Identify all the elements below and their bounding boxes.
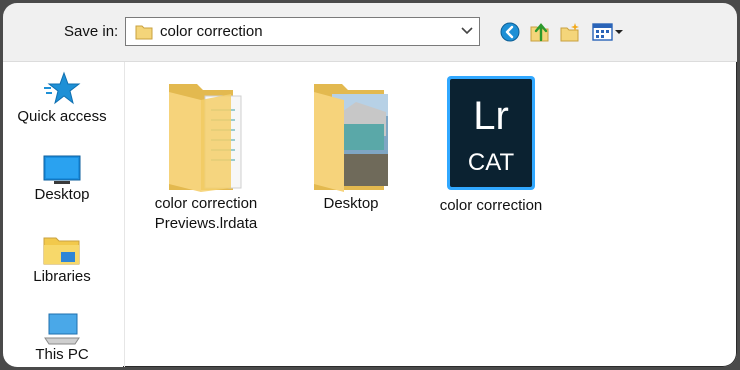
file-name: Desktop (323, 195, 379, 212)
desktop-icon (43, 155, 81, 184)
back-icon[interactable] (499, 21, 521, 43)
sidebar-item-quick-access[interactable]: Quick access (3, 70, 121, 125)
chevron-down-icon[interactable] (461, 26, 473, 36)
star-icon (44, 71, 81, 105)
folder-icon (169, 84, 242, 192)
list-item[interactable]: Desktop (296, 76, 406, 214)
sidebar-item-label: Quick access (17, 108, 107, 125)
list-item[interactable]: Lr CAT color correction (426, 74, 556, 216)
badge-bottom: CAT (468, 149, 515, 176)
file-name: color correction (439, 197, 543, 214)
sidebar-item-label: This PC (35, 346, 89, 363)
list-item[interactable]: color correction Previews.lrdata (141, 76, 271, 234)
sidebar-item-label: Libraries (33, 268, 91, 285)
divider (124, 62, 125, 367)
location-dropdown[interactable]: color correction (125, 17, 480, 46)
save-in-label: Save in: (64, 23, 119, 40)
folder-icon (314, 84, 388, 192)
sidebar-item-libraries[interactable]: Libraries (3, 232, 121, 285)
file-name-line2: Previews.lrdata (154, 215, 258, 232)
lightroom-catalog-icon: Lr CAT (447, 76, 535, 190)
save-dialog: Save in: color correction Quick access D… (3, 3, 737, 367)
sidebar-item-desktop[interactable]: Desktop (3, 154, 121, 203)
location-value: color correction (160, 23, 263, 40)
folder-icon (135, 25, 153, 40)
badge-top: Lr (473, 94, 509, 138)
computer-icon (44, 313, 80, 345)
file-name: color correction (154, 195, 258, 212)
libraries-icon (43, 237, 80, 265)
places-bar: Quick access Desktop Libraries This PC (3, 62, 123, 367)
sidebar-item-label: Desktop (34, 186, 90, 203)
up-folder-icon[interactable] (529, 21, 551, 43)
toolbar: Save in: color correction (3, 3, 737, 62)
view-menu-icon[interactable] (591, 21, 625, 43)
new-folder-icon[interactable] (559, 21, 581, 43)
sidebar-item-this-pc[interactable]: This PC (3, 312, 121, 363)
file-list: color correction Previews.lrdata Desktop… (126, 62, 737, 367)
